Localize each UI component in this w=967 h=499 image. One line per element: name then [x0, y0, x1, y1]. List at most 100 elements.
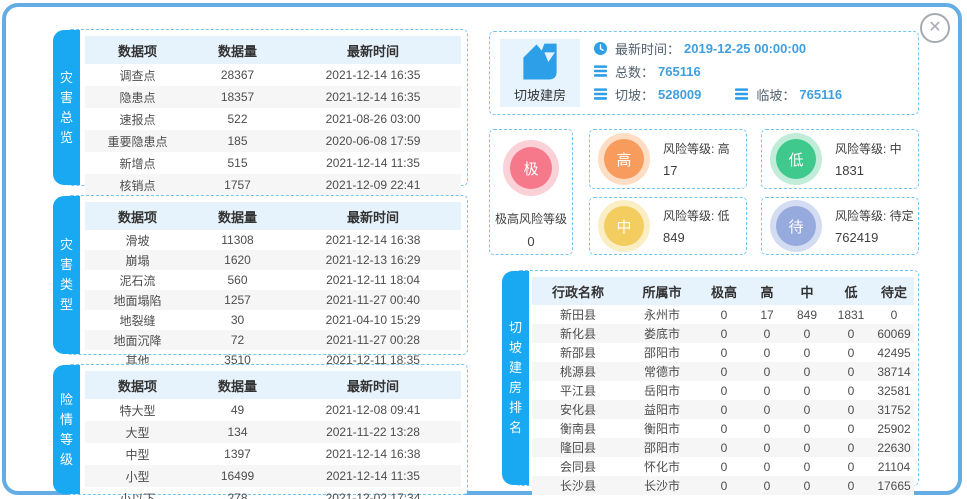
time-label: 最新时间：	[615, 39, 680, 58]
table-row: 小型164992021-12-14 11:35	[85, 465, 461, 487]
table-cell: 0	[700, 476, 748, 495]
table-cell: 0	[786, 324, 828, 343]
close-icon: ✕	[928, 19, 941, 36]
table-cell: 0	[700, 343, 748, 362]
table-row: 平江县岳阳市000032581	[532, 381, 914, 400]
column-header: 所属市	[624, 277, 700, 305]
table-cell: 0	[828, 400, 874, 419]
table-row: 会同县怀化市000021104	[532, 457, 914, 476]
risk-card-pending: 待 风险等级: 待定 762419	[761, 197, 919, 255]
table-row: 重要隐患点1852020-06-08 17:59	[85, 130, 461, 152]
cut-slope-label: 切坡：	[615, 85, 654, 104]
table-cell: 衡阳市	[624, 419, 700, 438]
risk-badge-pending: 待	[776, 206, 816, 246]
table-cell: 地面塌陷	[85, 290, 190, 310]
table-cell: 0	[748, 400, 786, 419]
disaster-overview-table: 数据项数据量最新时间 调查点283672021-12-14 16:35隐患点18…	[85, 36, 461, 196]
table-cell: 永州市	[624, 305, 700, 324]
slope-housing-stats: 最新时间： 2019-12-25 00:00:00 总数： 765116	[594, 40, 910, 102]
screen: ✕ 灾害总览 数据项数据量最新时间 调查点283672021-12-14 16:…	[0, 0, 967, 499]
risk-badge-extreme: 极	[510, 147, 552, 189]
table-cell: 134	[190, 421, 285, 443]
column-header: 中	[786, 277, 828, 305]
table-cell: 0	[700, 305, 748, 324]
danger-level-table: 数据项数据量最新时间 特大型492021-12-08 09:41大型134202…	[85, 371, 461, 499]
risk-card-text: 风险等级: 低 849	[663, 207, 730, 245]
table-cell: 0	[786, 476, 828, 495]
table-cell: 0	[828, 324, 874, 343]
panel-slope-housing-ranking: 切坡建房排名 行政名称所属市极高高中低待定 新田县永州市01784918310新…	[515, 270, 919, 486]
table-cell: 0	[786, 438, 828, 457]
list-icon	[735, 88, 748, 100]
table-cell: 2021-12-08 09:41	[285, 399, 461, 421]
table-cell: 隐患点	[85, 86, 190, 108]
table-cell: 益阳市	[624, 400, 700, 419]
close-button[interactable]: ✕	[920, 13, 950, 43]
table-cell: 调查点	[85, 64, 190, 86]
slope-house-icon	[519, 41, 561, 83]
near-slope-value: 765116	[799, 87, 842, 102]
table-cell: 22630	[874, 438, 914, 457]
column-header: 行政名称	[532, 277, 624, 305]
panel-tab-label: 切坡建房排名	[509, 318, 523, 438]
list-icon	[594, 88, 607, 100]
table-cell: 地面沉降	[85, 330, 190, 350]
table-cell: 0	[700, 362, 748, 381]
table-cell: 49	[190, 399, 285, 421]
table-cell: 38714	[874, 362, 914, 381]
table-cell: 常德市	[624, 362, 700, 381]
table-cell: 2021-08-26 03:00	[285, 108, 461, 130]
table-cell: 11308	[190, 230, 285, 250]
dashboard-popup: ✕ 灾害总览 数据项数据量最新时间 调查点283672021-12-14 16:…	[2, 3, 962, 495]
table-cell: 新化县	[532, 324, 624, 343]
list-icon	[594, 65, 607, 77]
table-cell: 大型	[85, 421, 190, 443]
slope-housing-info-panel: 切坡建房 最新时间： 2019-12-25 00:00:00	[489, 31, 919, 115]
table-cell: 2021-12-14 16:38	[285, 443, 461, 465]
table-cell: 522	[190, 108, 285, 130]
table-cell: 2021-04-10 15:29	[285, 310, 461, 330]
table-cell: 42495	[874, 343, 914, 362]
column-header: 数据项	[85, 371, 190, 399]
risk-extreme-label: 极高风险等级	[495, 210, 567, 227]
risk-card-text: 风险等级: 待定 762419	[835, 207, 914, 245]
risk-value: 17	[663, 163, 730, 178]
table-cell: 1620	[190, 250, 285, 270]
table-cell: 1257	[190, 290, 285, 310]
column-header: 数据量	[190, 371, 285, 399]
table-cell: 0	[786, 400, 828, 419]
risk-badge-high: 高	[604, 139, 644, 179]
risk-label: 风险等级: 高	[663, 140, 730, 157]
table-cell: 1397	[190, 443, 285, 465]
table-cell: 0	[700, 400, 748, 419]
panel-tab-label: 险情等级	[60, 390, 74, 470]
risk-value: 1831	[835, 163, 902, 178]
table-cell: 560	[190, 270, 285, 290]
risk-card-low-badge: 低 风险等级: 中 1831	[761, 129, 919, 189]
stat-row-time: 最新时间： 2019-12-25 00:00:00	[594, 40, 910, 56]
table-cell: 2021-12-14 16:38	[285, 230, 461, 250]
table-cell: 0	[874, 305, 914, 324]
stat-row-total: 总数： 765116	[594, 63, 910, 79]
table-cell: 30	[190, 310, 285, 330]
table-cell: 重要隐患点	[85, 130, 190, 152]
panel-disaster-overview: 灾害总览 数据项数据量最新时间 调查点283672021-12-14 16:35…	[66, 29, 468, 186]
table-cell: 31752	[874, 400, 914, 419]
table-cell: 隆回县	[532, 438, 624, 457]
table-cell: 2021-12-11 18:04	[285, 270, 461, 290]
table-cell: 2021-12-14 16:35	[285, 64, 461, 86]
column-header: 极高	[700, 277, 748, 305]
table-cell: 长沙县	[532, 476, 624, 495]
risk-badge-mid: 中	[604, 206, 644, 246]
risk-card-high: 高 风险等级: 高 17	[589, 129, 747, 189]
table-row: 新田县永州市01784918310	[532, 305, 914, 324]
table-cell: 0	[748, 324, 786, 343]
table-cell: 0	[786, 381, 828, 400]
table-cell: 2021-11-22 13:28	[285, 421, 461, 443]
table-row: 地面塌陷12572021-11-27 00:40	[85, 290, 461, 310]
table-cell: 18357	[190, 86, 285, 108]
table-cell: 0	[748, 438, 786, 457]
table-cell: 60069	[874, 324, 914, 343]
table-cell: 0	[700, 419, 748, 438]
risk-card-text: 风险等级: 中 1831	[835, 140, 902, 178]
